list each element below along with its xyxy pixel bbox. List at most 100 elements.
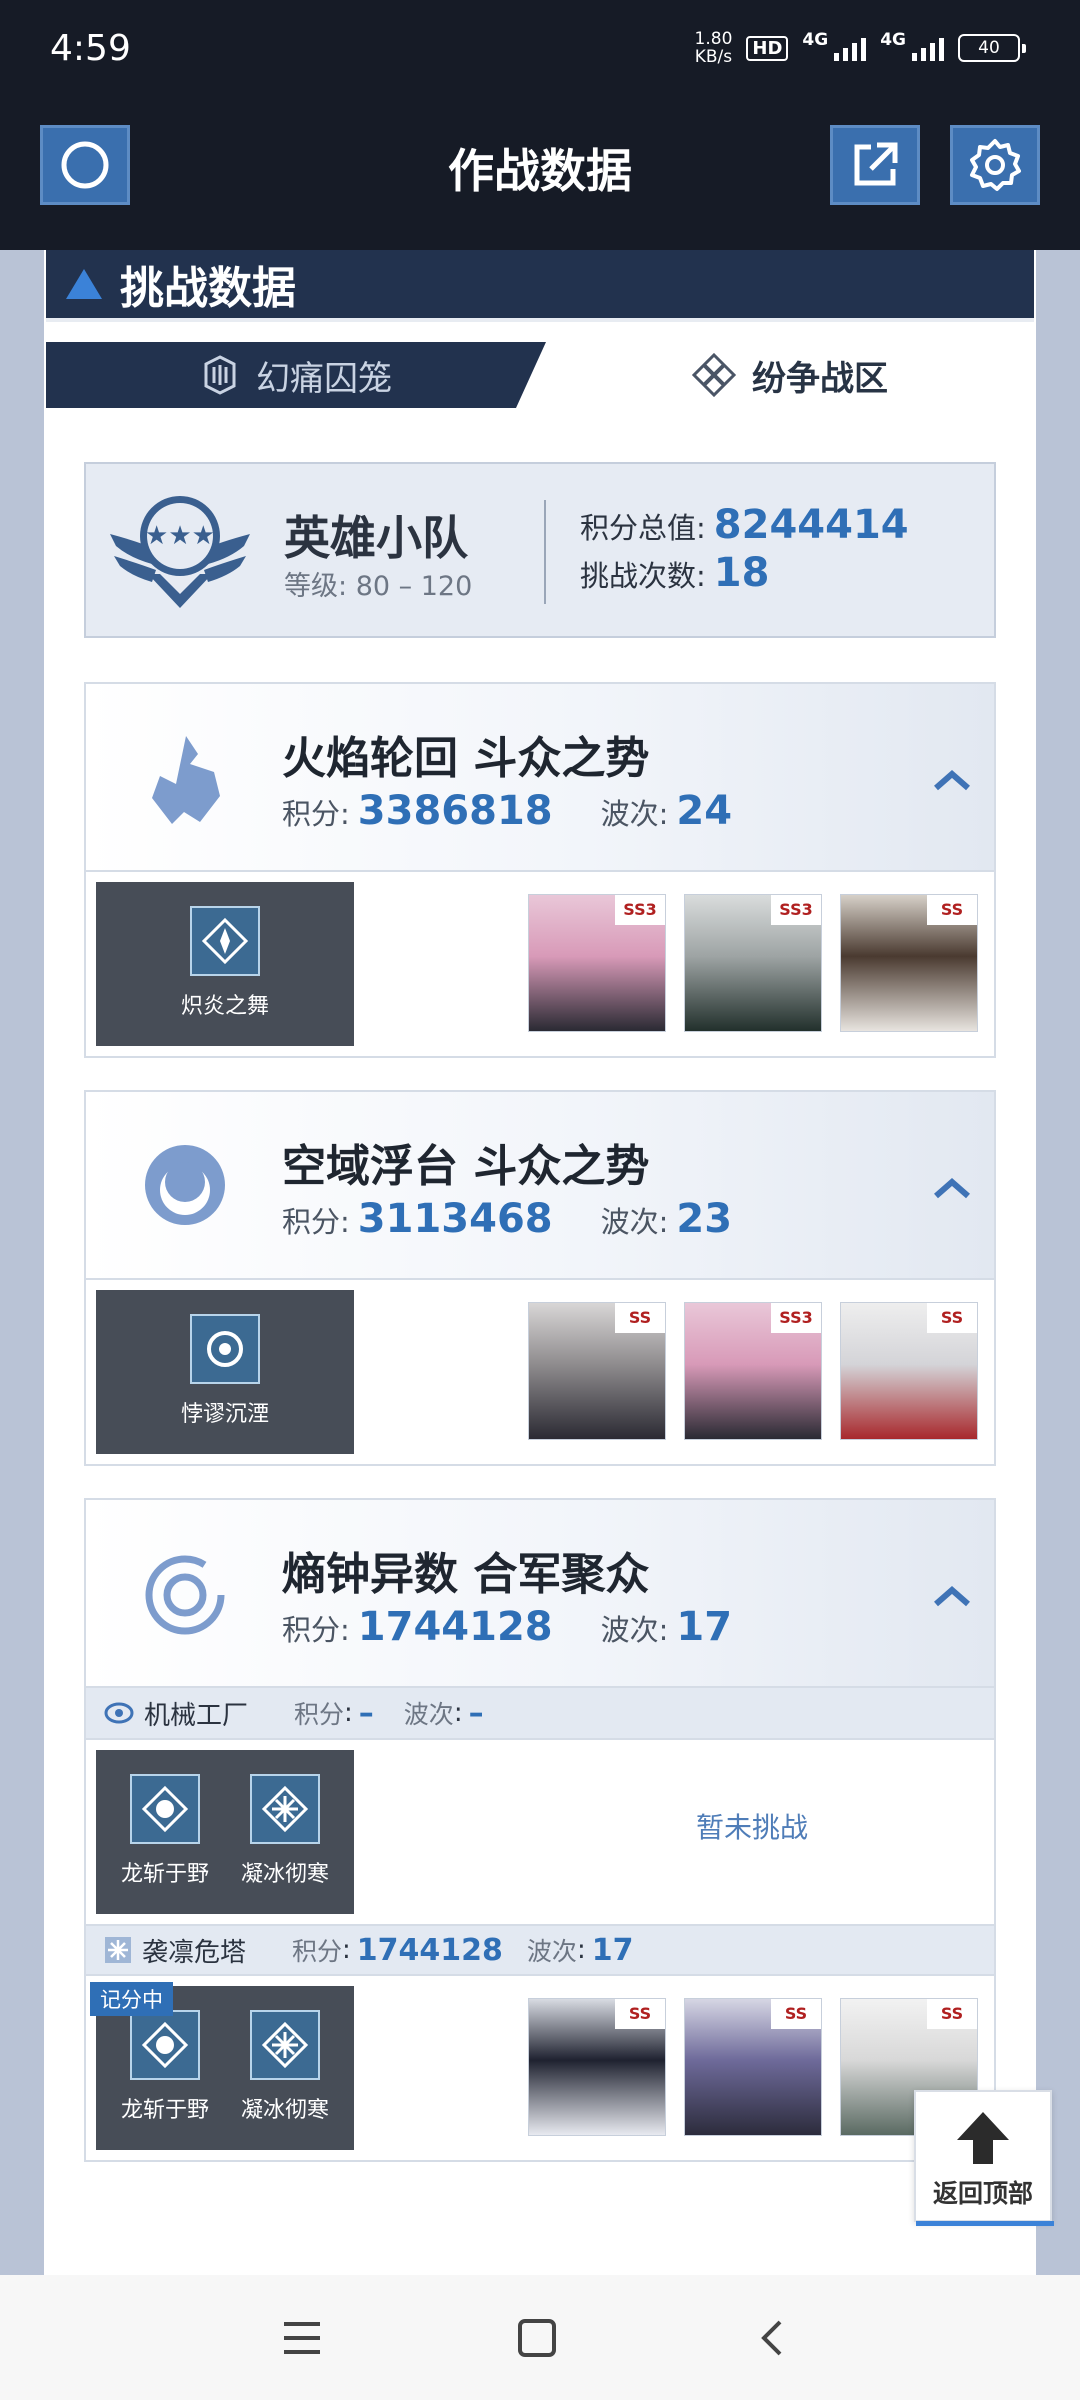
app-header: 4:59 1.80 KB/s HD 4G 4G 40 作战数据: [0, 0, 1080, 250]
buff-item: 炽炎之舞: [175, 906, 275, 1046]
stage-score: 1744128: [357, 1604, 553, 1650]
buff-icon: [190, 906, 260, 976]
sub-stage-wave: –: [468, 1695, 484, 1731]
stage-card: 空域浮台 斗众之势 积分: 3113468 波次: 23 悖谬沉湮 SS SS3…: [84, 1090, 996, 1466]
share-button[interactable]: [830, 125, 920, 205]
sub-stage-name: 机械工厂: [144, 1700, 249, 1731]
buff-panel: 炽炎之舞: [96, 882, 354, 1046]
settings-button[interactable]: [950, 125, 1040, 205]
section-title: 挑战数据: [120, 263, 296, 314]
character-portrait[interactable]: SS: [528, 1998, 666, 2136]
character-portrait[interactable]: SS: [840, 894, 978, 1032]
signal-icon: [912, 35, 944, 61]
rank-badge: SS: [615, 1999, 665, 2029]
external-link-icon: [854, 142, 898, 186]
signal-icon: [834, 35, 867, 61]
svg-text:★★★: ★★★: [145, 521, 215, 551]
main-panel: 挑战数据 幻痛囚笼 纷争战区 ★★★ 英雄小队 等级: 80 – 120 积分总…: [44, 250, 1036, 2275]
total-score-row: 积分总值: 8244414: [580, 502, 909, 548]
battery-icon: 40: [958, 34, 1026, 62]
attempts-row: 挑战次数: 18: [580, 550, 770, 596]
menu-icon: [284, 2322, 320, 2354]
tab-warzone[interactable]: 纷争战区: [546, 342, 1034, 408]
back-to-top-button[interactable]: 返回顶部: [914, 2090, 1054, 2226]
back-button[interactable]: [746, 2313, 796, 2363]
gear-swirl-icon: [104, 1702, 134, 1724]
arrow-up-icon: [957, 2112, 1009, 2164]
character-portrait[interactable]: SS3: [528, 894, 666, 1032]
not-challenged-text: 暂未挑战: [696, 1811, 809, 1844]
buff-label: 龙斩于野: [120, 2098, 209, 2123]
sub-stage-body: 龙斩于野 凝冰彻寒 暂未挑战: [86, 1740, 994, 1924]
team-roster: SS SS SS: [528, 1998, 978, 2136]
rank-badge: SS: [927, 1303, 977, 1333]
chevron-up-icon[interactable]: [932, 768, 972, 792]
team-roster: SS3 SS3 SS: [528, 894, 978, 1032]
network-type: 4G: [880, 30, 906, 50]
gear-icon: [970, 139, 1021, 191]
cage-icon: [204, 355, 236, 395]
buff-label: 悖谬沉湮: [180, 1402, 269, 1427]
scoring-badge: 记分中: [90, 1982, 173, 2016]
character-portrait[interactable]: SS: [840, 1302, 978, 1440]
buff-item: 凝冰彻寒: [235, 1774, 335, 1914]
recent-apps-button[interactable]: [277, 2313, 327, 2363]
mode-tabs: 幻痛囚笼 纷争战区: [46, 342, 1034, 408]
team-level: 等级: 80 – 120: [284, 571, 473, 602]
tab-label: 幻痛囚笼: [256, 358, 392, 399]
network-speed: 1.80 KB/s: [694, 29, 733, 67]
rank-badge: SS: [927, 895, 977, 925]
stage-score: 3386818: [357, 788, 553, 834]
rank-badge: SS3: [615, 895, 665, 925]
buff-icon: [130, 2010, 200, 2080]
chevron-left-icon: [761, 2320, 782, 2356]
buff-icon: [250, 2010, 320, 2080]
buff-icon: [190, 1314, 260, 1384]
stage-title: 空域浮台 斗众之势: [282, 1141, 650, 1192]
flame-icon: [152, 736, 220, 824]
buff-label: 凝冰彻寒: [240, 1862, 329, 1887]
buff-item: 龙斩于野: [115, 2010, 215, 2150]
buff-item: 凝冰彻寒: [235, 2010, 335, 2150]
sub-stage-score: 1744128: [356, 1932, 503, 1968]
sub-stage-header: 袭凛危塔 积分: 1744128 波次: 17: [86, 1924, 994, 1976]
home-button[interactable]: [512, 2313, 562, 2363]
stage-header[interactable]: 空域浮台 斗众之势 积分: 3113468 波次: 23: [86, 1092, 994, 1280]
character-portrait[interactable]: SS: [528, 1302, 666, 1440]
divider: [544, 500, 546, 604]
sub-stage-score: –: [358, 1695, 374, 1731]
chevron-up-icon[interactable]: [932, 1584, 972, 1608]
buff-label: 龙斩于野: [120, 1862, 209, 1887]
stage-header[interactable]: 熵钟异数 合军聚众 积分: 1744128 波次: 17: [86, 1500, 994, 1688]
character-portrait[interactable]: SS: [684, 1998, 822, 2136]
stage-wave: 23: [676, 1196, 733, 1242]
snowflake-icon: [105, 1937, 131, 1963]
sub-stage-name: 袭凛危塔: [142, 1937, 247, 1968]
tab-phantom-cage[interactable]: 幻痛囚笼: [46, 342, 546, 408]
rank-badge: SS3: [771, 895, 821, 925]
sub-stage-header: 机械工厂 积分: – 波次: –: [86, 1688, 994, 1740]
back-to-top-underline: [916, 2221, 1054, 2226]
stage-stats: 积分: 1744128 波次: 17: [282, 1604, 733, 1650]
character-portrait[interactable]: SS3: [684, 1302, 822, 1440]
team-name: 英雄小队: [284, 511, 468, 565]
status-time: 4:59: [50, 28, 131, 69]
buff-label: 炽炎之舞: [180, 994, 269, 1019]
ring-icon: [145, 1555, 225, 1635]
chevron-up-icon[interactable]: [932, 1176, 972, 1200]
buff-item: 龙斩于野: [115, 1774, 215, 1914]
sub-stage-body: 记分中 龙斩于野 凝冰彻寒 SS SS SS: [86, 1976, 994, 2160]
orb-icon: [145, 1145, 225, 1225]
team-emblem-icon: ★★★: [110, 496, 250, 608]
stage-stats: 积分: 3386818 波次: 24: [282, 788, 733, 834]
buff-icon: [130, 1774, 200, 1844]
rank-badge: SS3: [771, 1303, 821, 1333]
section-header: 挑战数据: [46, 250, 1034, 322]
warzone-icon: [692, 353, 736, 397]
stage-card: 火焰轮回 斗众之势 积分: 3386818 波次: 24 炽炎之舞 SS3 SS…: [84, 682, 996, 1058]
total-score-value: 8244414: [713, 502, 909, 548]
stage-card: 熵钟异数 合军聚众 积分: 1744128 波次: 17 机械工厂 积分: – …: [84, 1498, 996, 2162]
network-type: 4G: [802, 30, 829, 50]
character-portrait[interactable]: SS3: [684, 894, 822, 1032]
stage-header[interactable]: 火焰轮回 斗众之势 积分: 3386818 波次: 24: [86, 684, 994, 872]
